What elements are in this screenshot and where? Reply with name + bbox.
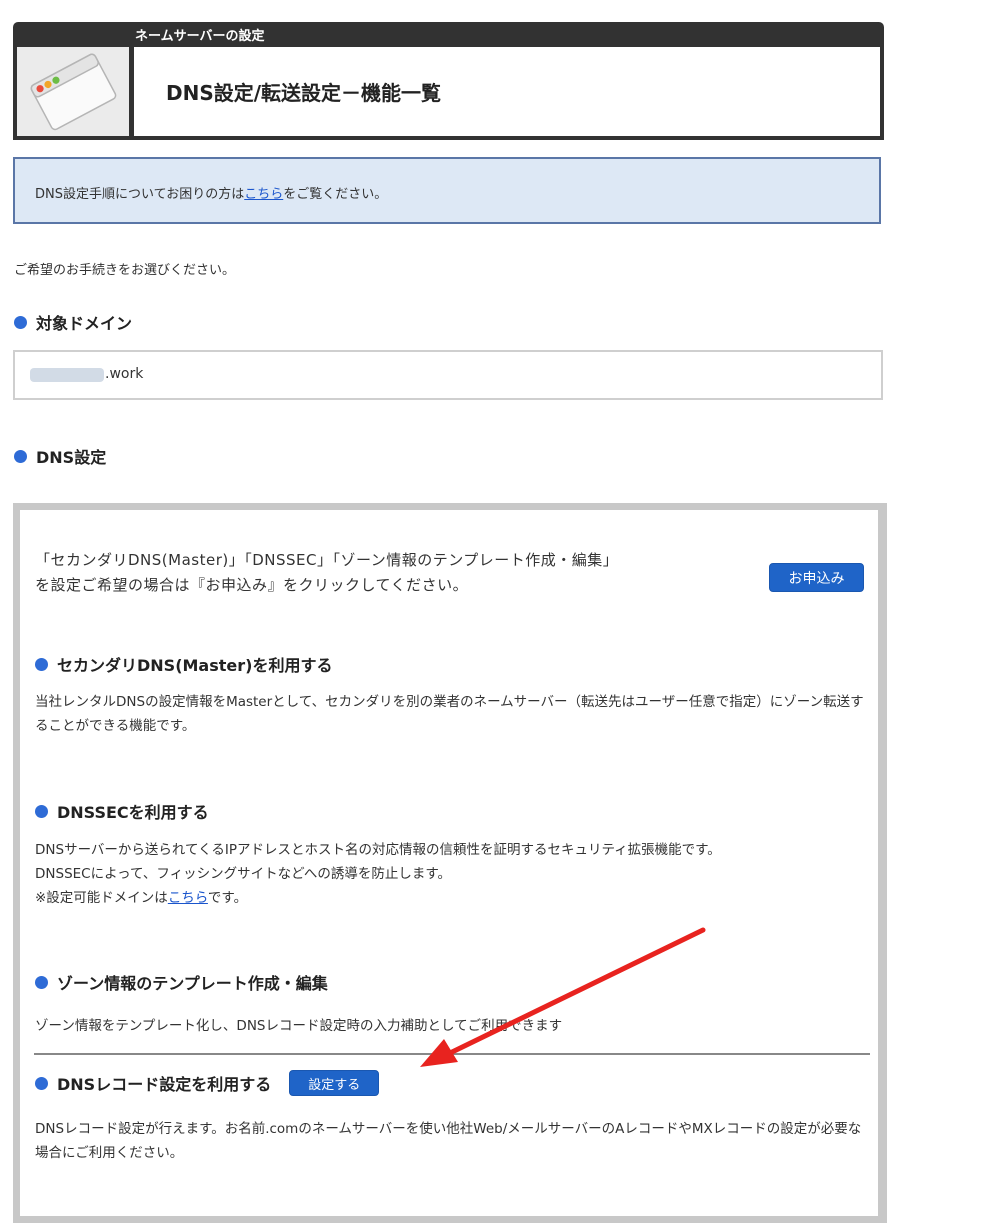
help-notice-prefix: DNS設定手順についてお困りの方は [35,187,245,202]
dns-intro-text: 「セカンダリDNS(Master)」「DNSSEC」「ゾーン情報のテンプレート作… [35,551,619,594]
dnssec-note-suffix: です。 [207,890,248,906]
feature-dnssec-desc-line1: DNSサーバーから送られてくるIPアドレスとホスト名の対応情報の信頼性を証明する… [35,842,721,858]
bullet-dot-icon [35,657,48,671]
dns-settings-heading: DNS設定 [14,444,106,468]
feature-secondary-dns-desc: 当社レンタルDNSの設定情報をMasterとして、セカンダリを別の業者のネームサ… [35,694,864,734]
bullet-dot-icon [35,975,48,989]
page-header: ネームサーバーの設定 DNS設定/転送設定－機能一覧 [13,22,884,140]
help-notice-suffix: をご覧ください。 [283,187,388,202]
bullet-dot-icon [35,1076,48,1090]
feature-secondary-dns-heading: セカンダリDNS(Master)を利用する [35,652,332,676]
browser-window-icon [17,47,129,136]
help-notice-text: DNS設定手順についてお困りの方はこちらをご覧ください。 [35,183,387,202]
feature-dnssec-heading: DNSSECを利用する [35,799,209,823]
dnssec-note-prefix: ※設定可能ドメインは [35,890,168,906]
dns-settings-heading-label: DNS設定 [36,448,107,467]
target-domain-box: .work [13,350,883,400]
section-divider [34,1053,870,1055]
help-link[interactable]: こちら [244,187,283,202]
instruction-text: ご希望のお手続きをお選びください。 [14,263,236,278]
apply-button[interactable]: お申込み [769,563,864,592]
blurred-domain-name [30,368,104,382]
domain-suffix: .work [105,366,144,382]
page-title: DNS設定/転送設定－機能一覧 [166,81,442,105]
feature-dnssec-desc: DNSサーバーから送られてくるIPアドレスとホスト名の対応情報の信頼性を証明する… [35,838,865,910]
feature-dnssec-desc-line2: DNSSECによって、フィッシングサイトなどへの誘導を防止します。 [35,866,452,882]
header-title-panel: DNS設定/転送設定－機能一覧 [134,47,880,136]
feature-zone-template-desc: ゾーン情報をテンプレート化し、DNSレコード設定時の入力補助としてご利用できます [35,1018,563,1034]
feature-dns-record-title: DNSレコード設定を利用する [57,1075,272,1094]
bullet-dot-icon [35,804,48,818]
target-domain-heading: 対象ドメイン [14,310,132,334]
target-domain-heading-label: 対象ドメイン [36,314,133,333]
bullet-dot-icon [14,315,27,329]
feature-dnssec-note: ※設定可能ドメインはこちらです。 [35,886,865,910]
dns-record-setup-button[interactable]: 設定する [289,1070,380,1096]
feature-zone-template-heading: ゾーン情報のテンプレート作成・編集 [35,970,328,994]
bullet-dot-icon [14,449,27,463]
feature-dns-record-desc: DNSレコード設定が行えます。お名前.comのネームサーバーを使い他社Web/メ… [35,1121,862,1161]
help-notice: DNS設定手順についてお困りの方はこちらをご覧ください。 [13,157,881,224]
feature-secondary-dns-title: セカンダリDNS(Master)を利用する [57,656,333,675]
feature-zone-template-title: ゾーン情報のテンプレート作成・編集 [57,974,328,993]
dnssec-domains-link[interactable]: こちら [168,890,208,906]
feature-dnssec-title: DNSSECを利用する [57,803,209,822]
dns-settings-panel: 「セカンダリDNS(Master)」「DNSSEC」「ゾーン情報のテンプレート作… [13,503,887,1223]
header-subtitle: ネームサーバーの設定 [135,29,265,44]
feature-dns-record-heading: DNSレコード設定を利用する 設定する [35,1070,380,1096]
